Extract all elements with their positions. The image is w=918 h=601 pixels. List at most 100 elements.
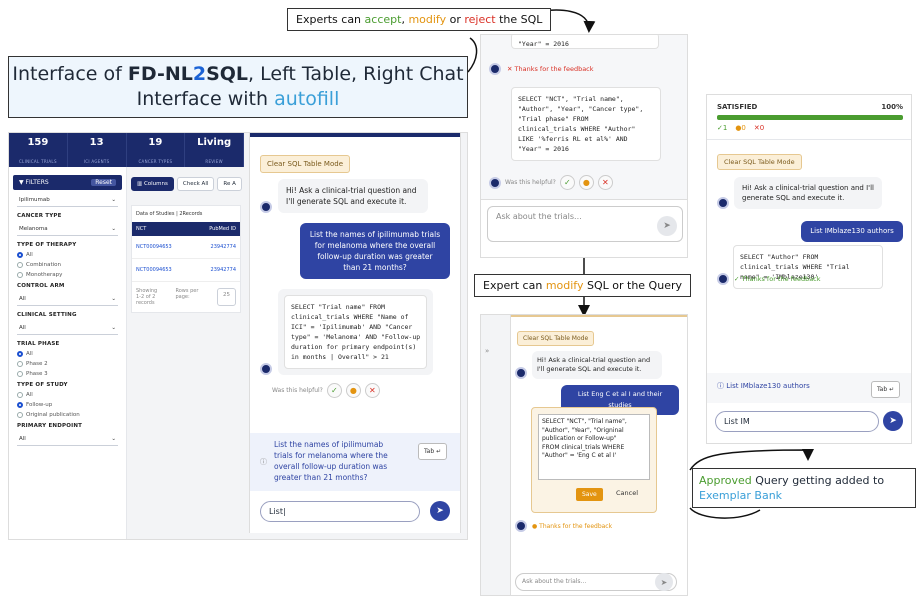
tab-key-badge[interactable]: Tab ↵ <box>418 443 448 460</box>
therapy-label: TYPE OF THERAPY <box>17 242 77 248</box>
chevron-down-icon: ⌄ <box>111 226 116 232</box>
save-button[interactable]: Save <box>576 488 603 501</box>
assistant-avatar <box>515 367 527 379</box>
cancer-type-select[interactable]: Melanoma ⌄ <box>17 223 118 236</box>
rows-per-label: Rows per page: <box>175 288 199 300</box>
chat-input[interactable]: Ask about the trials... <box>515 573 677 591</box>
caption-modify: modify <box>408 13 447 26</box>
title-text: , Left Table, Right Chat <box>248 63 464 85</box>
satisfied-label: SATISFIED <box>717 103 758 111</box>
clinical-setting-select[interactable]: All ⌄ <box>17 322 118 335</box>
feedback-row: Was this helpful? ✓ ● ✕ <box>250 375 460 398</box>
filters-sidebar: ▼ FILTERS Reset Ipilimumab ⌄ CANCER TYPE M… <box>9 167 127 539</box>
clinical-setting-label: CLINICAL SETTING <box>17 312 77 318</box>
chevron-down-icon: ⌄ <box>111 197 116 203</box>
sql-output: SELECT "Trial name" FROM clinical_trials… <box>284 295 428 369</box>
caption-text: SQL or the Query <box>583 279 682 292</box>
header-pubmed[interactable]: PubMed ID <box>209 226 236 232</box>
helpful-label: Was this helpful? <box>505 179 556 186</box>
caption-text: Expert can <box>483 279 546 292</box>
phase-option-3[interactable]: Phase 3 <box>17 371 118 377</box>
left-app-screenshot: 159 CLINICAL TRIALS 13 ICI AGENTS 19 CANCER… <box>8 132 468 540</box>
count-accept: ✓1 <box>717 124 728 132</box>
study-option-followup[interactable]: Follow-up <box>17 402 118 408</box>
clear-sql-button[interactable]: Clear SQL Table Mode <box>517 331 595 346</box>
chat-input[interactable]: List IM <box>715 411 879 432</box>
table-row[interactable]: NCT00094653 23942774 <box>132 236 240 259</box>
phase-option-all[interactable]: All <box>17 351 118 357</box>
chat-input[interactable]: List| <box>260 501 420 522</box>
title-name: FD-NL <box>127 63 193 85</box>
header-nct[interactable]: NCT <box>136 226 146 232</box>
studies-table: Data of Studies | 2Records NCT PubMed ID … <box>131 205 241 313</box>
check-all-button[interactable]: Check All <box>176 177 215 191</box>
user-question: List the names of ipilimumab trials for … <box>300 223 450 279</box>
radio-icon <box>17 262 23 268</box>
user-question: List IMblaze130 authors <box>801 221 903 242</box>
study-option-original[interactable]: Original publication <box>17 412 118 418</box>
title-name-two: 2 <box>192 63 207 85</box>
modify-icon[interactable]: ● <box>345 383 361 398</box>
reset-button[interactable]: Reset <box>91 179 116 186</box>
collapse-icon[interactable]: » <box>485 347 489 355</box>
sql-output: SELECT "NCT", "Trial name", "Author", "Y… <box>511 87 661 161</box>
radio-icon <box>17 361 23 367</box>
tab-key-badge[interactable]: Tab ↵ <box>871 381 901 398</box>
title-box: Interface of FD-NL2SQL, Left Table, Righ… <box>8 56 468 118</box>
clear-sql-button[interactable]: Clear SQL Table Mode <box>260 155 351 173</box>
accept-icon[interactable]: ✓ <box>326 383 342 398</box>
table-column: ▥ Columns Check All Re A Data of Studies… <box>127 167 247 539</box>
sql-edit-textarea[interactable]: SELECT "NCT", "Trial name", "Author", "Y… <box>538 414 650 480</box>
endpoint-select[interactable]: All ⌄ <box>17 433 118 446</box>
control-arm-select[interactable]: All ⌄ <box>17 293 118 306</box>
radio-icon <box>17 371 23 377</box>
feedback-counts: ✓1 ●0 ✕0 <box>717 124 764 132</box>
chat-input[interactable]: Ask about the trials... <box>487 206 683 242</box>
modify-icon[interactable]: ● <box>578 175 594 190</box>
assistant-greeting: Hi! Ask a clinical-trial question and I'… <box>734 177 882 209</box>
cancel-button[interactable]: Cancel <box>616 489 638 497</box>
accept-icon[interactable]: ✓ <box>559 175 575 190</box>
clear-sql-button[interactable]: Clear SQL Table Mode <box>717 154 802 170</box>
therapy-option-monotherapy[interactable]: Monotherapy <box>17 272 118 278</box>
phase-option-2[interactable]: Phase 2 <box>17 361 118 367</box>
therapy-option-combination[interactable]: Combination <box>17 262 118 268</box>
study-type-label: TYPE OF STUDY <box>17 382 68 388</box>
table-caption: Data of Studies | 2Records <box>136 211 203 217</box>
filters-header: ▼ FILTERS Reset <box>13 175 122 190</box>
send-icon: ➤ <box>660 577 668 587</box>
radio-icon <box>17 252 23 258</box>
table-row[interactable]: NCT00094653 23942774 <box>132 259 240 282</box>
caption-accept-modify-reject: Experts can accept, modify or reject the… <box>287 8 552 31</box>
caption-approved: Approved <box>699 474 752 487</box>
caption-text: Query getting added to <box>751 474 885 487</box>
autofill-suggestion[interactable]: ⓘ List the names of ipilimumab trials fo… <box>250 433 460 491</box>
radio-icon <box>17 402 23 408</box>
study-option-all[interactable]: All <box>17 392 118 398</box>
therapy-option-all[interactable]: All <box>17 252 118 258</box>
agent-select[interactable]: Ipilimumab ⌄ <box>17 194 118 207</box>
chevron-down-icon: ⌄ <box>111 436 116 442</box>
assistant-avatar <box>489 63 501 75</box>
columns-button[interactable]: ▥ Columns <box>131 177 174 191</box>
satisfaction-bar <box>717 115 903 120</box>
send-button[interactable]: ➤ <box>657 216 677 236</box>
stat-agents: 13 ICI AGENTS <box>68 133 127 167</box>
send-button[interactable]: ➤ <box>883 411 903 431</box>
chevron-down-icon: ⌄ <box>111 325 116 331</box>
re-button[interactable]: Re A <box>217 177 242 191</box>
autofill-suggestion[interactable]: ⓘ List IMblaze130 authors Tab ↵ <box>707 373 911 403</box>
reject-icon[interactable]: ✕ <box>597 175 613 190</box>
bracket-bank <box>689 507 761 519</box>
reject-icon: ✕ <box>507 65 515 73</box>
rows-per-select[interactable]: 25 <box>217 288 236 306</box>
stat-review: Living REVIEW <box>185 133 244 167</box>
caption-text: the SQL <box>495 13 543 26</box>
send-button[interactable]: ➤ <box>430 501 450 521</box>
bracket-title <box>467 37 478 73</box>
feedback-row: Was this helpful? ✓ ● ✕ <box>489 175 613 190</box>
reject-icon[interactable]: ✕ <box>364 383 380 398</box>
send-button[interactable]: ➤ <box>655 573 673 591</box>
radio-icon <box>17 272 23 278</box>
trial-phase-label: TRIAL PHASE <box>17 341 60 347</box>
